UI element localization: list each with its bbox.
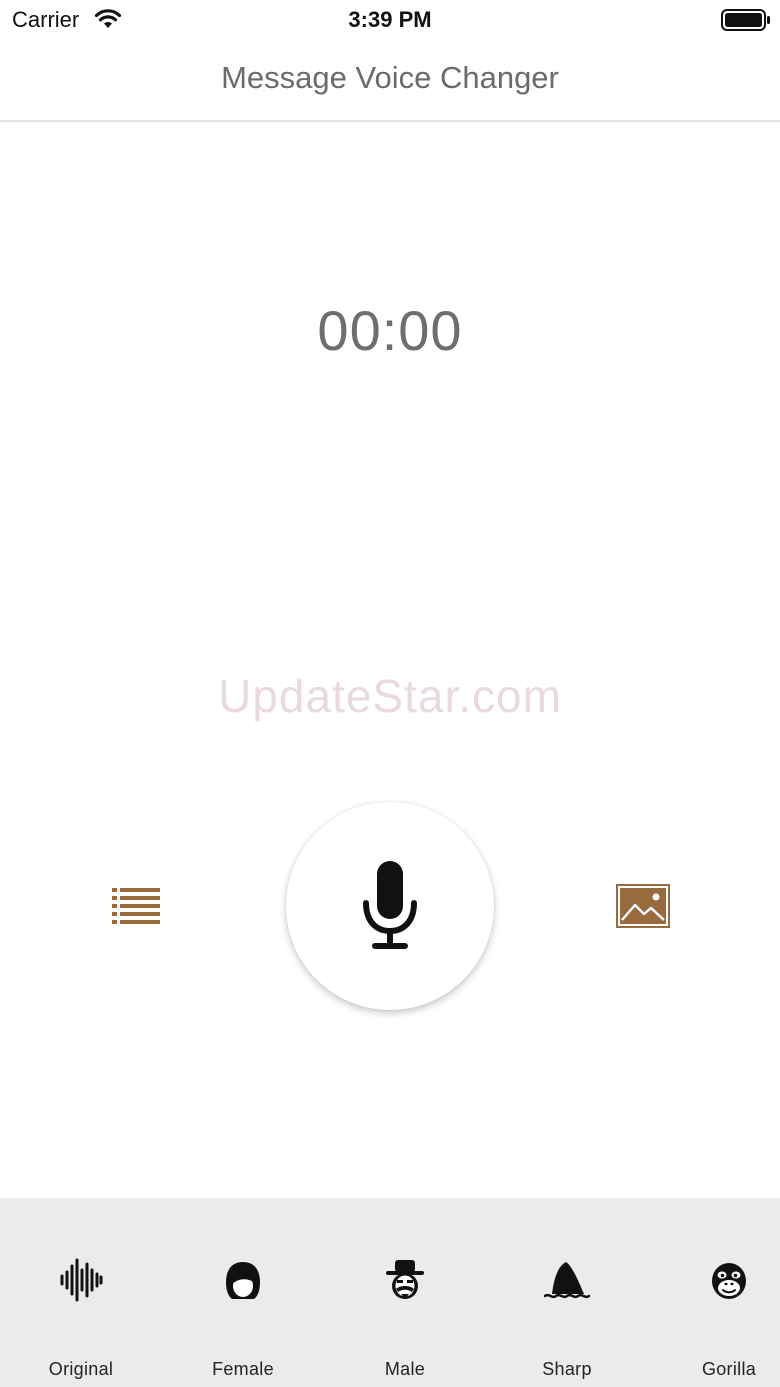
- effect-sharp[interactable]: Sharp: [502, 1198, 632, 1387]
- waveform-icon: [16, 1258, 146, 1302]
- list-icon: [112, 888, 160, 924]
- male-face-icon: [340, 1258, 470, 1302]
- effect-gorilla[interactable]: Gorilla: [664, 1198, 780, 1387]
- effect-label: Original: [48, 1359, 114, 1379]
- gorilla-icon: [664, 1258, 780, 1302]
- voice-effects-bar: Original Female Male Sharp Gorilla: [0, 1198, 780, 1387]
- effect-label: Sharp: [542, 1359, 592, 1379]
- effect-original[interactable]: Original: [16, 1198, 146, 1387]
- battery-icon: [721, 9, 771, 36]
- record-button[interactable]: [286, 802, 494, 1010]
- female-face-icon: [178, 1258, 308, 1302]
- effect-label: Gorilla: [701, 1359, 757, 1379]
- navigation-bar: Message Voice Changer: [0, 40, 780, 122]
- watermark-text: UpdateStar.com: [218, 670, 562, 722]
- effect-label: Female: [212, 1359, 274, 1379]
- effect-female[interactable]: Female: [178, 1198, 308, 1387]
- status-bar: Carrier 3:39 PM: [0, 0, 780, 40]
- image-icon: [616, 884, 670, 928]
- page-title: Message Voice Changer: [221, 60, 559, 95]
- status-time: 3:39 PM: [348, 7, 432, 32]
- recording-timer: 00:00: [317, 299, 463, 362]
- recordings-list-button[interactable]: [106, 880, 166, 932]
- gallery-button[interactable]: [612, 880, 674, 932]
- effect-male[interactable]: Male: [340, 1198, 470, 1387]
- shark-fin-icon: [502, 1258, 632, 1302]
- effect-label: Male: [384, 1359, 426, 1379]
- microphone-icon: [363, 861, 417, 949]
